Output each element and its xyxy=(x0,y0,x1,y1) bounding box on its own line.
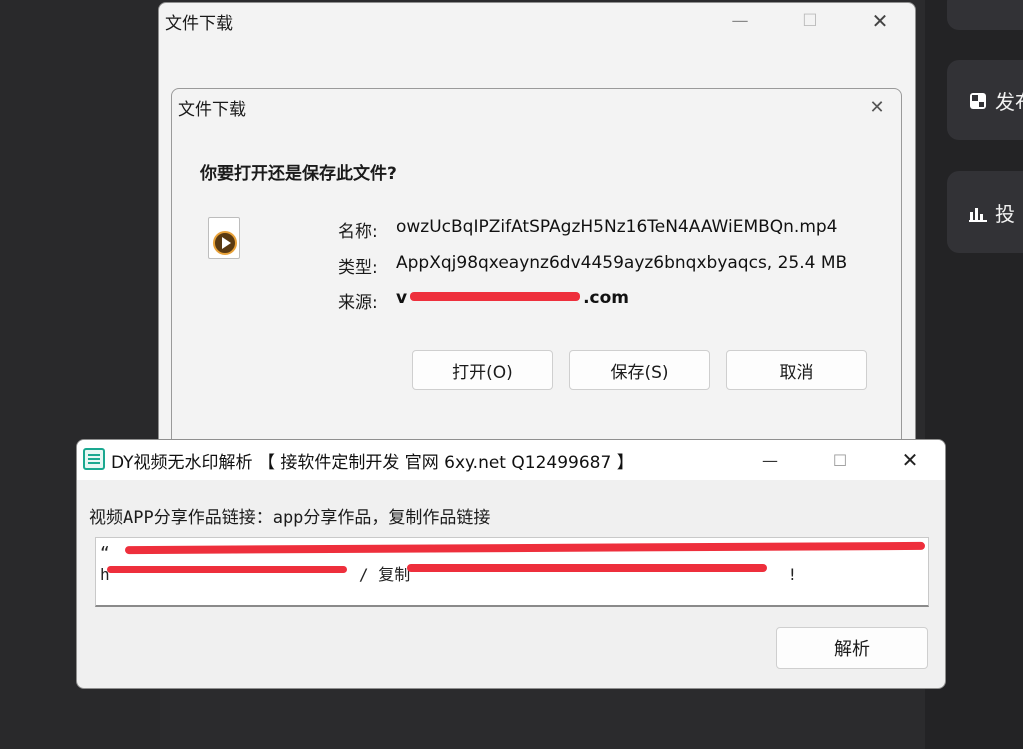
file-type-value: AppXqj98qxeaynz6dv4459ayz6bnqxbyaqcs, 25… xyxy=(396,253,848,273)
maximize-icon: ☐ xyxy=(802,11,818,31)
file-type-row: 类型: AppXqj98qxeaynz6dv4459ayz6bnqxbyaqcs… xyxy=(338,253,847,278)
share-text-mid: / 复制 xyxy=(358,565,411,584)
file-source-prefix: v xyxy=(396,288,408,308)
outer-minimize-button[interactable]: — xyxy=(717,3,763,39)
download-dialog: 文件下载 ✕ 你要打开还是保存此文件? 名称: owzUcBqIPZifAtSP… xyxy=(171,88,902,448)
close-icon: ✕ xyxy=(901,448,919,472)
side-card-publish-label: 发布 xyxy=(995,89,1023,114)
dialog-close-button[interactable]: ✕ xyxy=(854,89,900,125)
bar-chart-icon xyxy=(969,203,987,222)
cancel-button-label: 取消 xyxy=(779,362,814,383)
save-button[interactable]: 保存(S) xyxy=(569,350,710,390)
dialog-titlebar: 文件下载 ✕ xyxy=(172,89,901,125)
dialog-prompt: 你要打开还是保存此文件? xyxy=(200,164,397,184)
minimize-icon: — xyxy=(762,450,778,470)
outer-maximize-button[interactable]: ☐ xyxy=(787,3,833,39)
file-name-label: 名称: xyxy=(338,222,378,242)
outer-close-button[interactable]: ✕ xyxy=(857,3,903,39)
source-redaction-mark xyxy=(410,292,580,301)
file-name-value: owzUcBqIPZifAtSPAgzH5Nz16TeN4AAWiEMBQn.m… xyxy=(396,217,838,237)
layout-icon xyxy=(969,91,987,109)
outer-window-title: 文件下载 xyxy=(165,13,233,34)
dialog-title: 文件下载 xyxy=(178,99,246,120)
dy-maximize-button[interactable]: ☐ xyxy=(817,442,863,478)
maximize-icon: ☐ xyxy=(832,450,848,470)
open-button[interactable]: 打开(O) xyxy=(412,350,553,390)
file-type-label: 类型: xyxy=(338,258,378,278)
parse-button-label: 解析 xyxy=(834,639,870,660)
close-icon: ✕ xyxy=(871,9,889,33)
share-text-end: ! xyxy=(787,565,798,584)
save-button-label: 保存(S) xyxy=(610,362,669,383)
app-logo-icon xyxy=(83,448,105,470)
cancel-button[interactable]: 取消 xyxy=(726,350,867,390)
side-card-invest[interactable]: 投 xyxy=(947,171,1023,253)
side-card-invest-label: 投 xyxy=(995,201,1015,226)
file-source-suffix: .com xyxy=(583,288,630,308)
dy-minimize-button[interactable]: — xyxy=(747,442,793,478)
side-card-top[interactable] xyxy=(947,0,1023,30)
close-icon: ✕ xyxy=(869,96,885,118)
file-name-row: 名称: owzUcBqIPZifAtSPAgzH5Nz16TeN4AAWiEMB… xyxy=(338,217,838,242)
outer-titlebar: 文件下载 — ☐ ✕ xyxy=(159,3,915,39)
open-button-label: 打开(O) xyxy=(452,362,513,383)
minimize-icon: — xyxy=(731,11,749,31)
dy-window-title: DY视频无水印解析 【 接软件定制开发 官网 6xy.net Q12499687… xyxy=(111,453,634,473)
video-file-icon xyxy=(208,217,240,259)
text-redaction-mark-2 xyxy=(107,566,347,573)
text-redaction-mark-3 xyxy=(407,564,767,572)
parse-button[interactable]: 解析 xyxy=(776,627,928,669)
side-card-publish[interactable]: 发布 xyxy=(947,60,1023,140)
file-source-label: 来源: xyxy=(338,293,378,313)
dy-close-button[interactable]: ✕ xyxy=(887,442,933,478)
share-text-quote: “ xyxy=(100,543,110,562)
dy-parser-window: DY视频无水印解析 【 接软件定制开发 官网 6xy.net Q12499687… xyxy=(76,439,946,689)
share-link-label: 视频APP分享作品链接：app分享作品，复制作品链接 xyxy=(89,508,491,528)
dy-titlebar: DY视频无水印解析 【 接软件定制开发 官网 6xy.net Q12499687… xyxy=(77,440,945,480)
